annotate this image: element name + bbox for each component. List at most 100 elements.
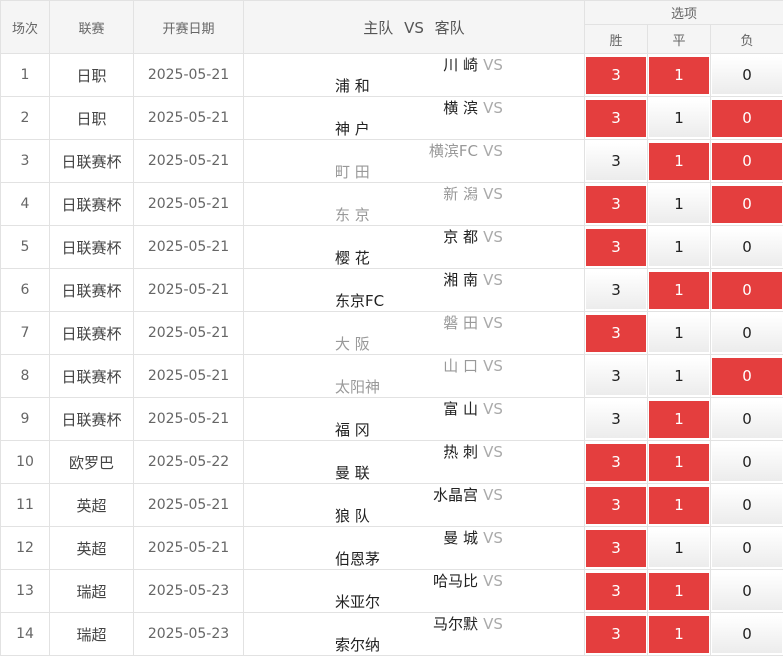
option-lose-button[interactable]: 0 <box>712 530 782 567</box>
option-lose-cell: 0 <box>711 613 783 656</box>
row-league: 瑞超 <box>50 570 134 613</box>
row-index: 7 <box>1 312 50 355</box>
home-team: 山 口 <box>320 355 478 376</box>
option-lose-button[interactable]: 0 <box>712 401 782 438</box>
row-index: 9 <box>1 398 50 441</box>
vs-label: VS <box>478 357 508 375</box>
option-win-button[interactable]: 3 <box>586 444 646 481</box>
option-draw-button[interactable]: 1 <box>649 100 709 137</box>
option-win-button[interactable]: 3 <box>586 616 646 653</box>
row-match: 横 滨VS神 户 <box>244 97 585 140</box>
option-win-button[interactable]: 3 <box>586 186 646 223</box>
vs-label: VS <box>478 486 508 504</box>
option-draw-button[interactable]: 1 <box>649 573 709 610</box>
option-draw-button[interactable]: 1 <box>649 186 709 223</box>
option-win-cell: 3 <box>585 140 648 183</box>
away-team: 索尔纳 <box>335 634 493 655</box>
option-draw-cell: 1 <box>648 355 711 398</box>
option-draw-button[interactable]: 1 <box>649 487 709 524</box>
row-date: 2025-05-21 <box>134 54 244 97</box>
option-lose-button[interactable]: 0 <box>712 186 782 223</box>
option-lose-cell: 0 <box>711 355 783 398</box>
table-row: 11英超2025-05-21水晶宫VS狼 队310 <box>1 484 783 527</box>
option-draw-button[interactable]: 1 <box>649 57 709 94</box>
away-team: 大 阪 <box>335 333 493 354</box>
home-team: 热 刺 <box>320 441 478 462</box>
option-win-button[interactable]: 3 <box>586 358 646 395</box>
option-win-button[interactable]: 3 <box>586 57 646 94</box>
option-lose-button[interactable]: 0 <box>712 487 782 524</box>
option-win-cell: 3 <box>585 226 648 269</box>
option-draw-cell: 1 <box>648 570 711 613</box>
row-match: 马尔默VS索尔纳 <box>244 613 585 656</box>
row-league: 日联赛杯 <box>50 398 134 441</box>
row-league: 日职 <box>50 97 134 140</box>
option-draw-button[interactable]: 1 <box>649 229 709 266</box>
option-win-cell: 3 <box>585 613 648 656</box>
row-date: 2025-05-23 <box>134 613 244 656</box>
table-body: 1日职2025-05-21川 崎VS浦 和3102日职2025-05-21横 滨… <box>1 54 783 656</box>
option-lose-cell: 0 <box>711 269 783 312</box>
option-win-button[interactable]: 3 <box>586 272 646 309</box>
option-win-cell: 3 <box>585 570 648 613</box>
table-row: 7日联赛杯2025-05-21磐 田VS大 阪310 <box>1 312 783 355</box>
option-lose-button[interactable]: 0 <box>712 573 782 610</box>
row-match: 川 崎VS浦 和 <box>244 54 585 97</box>
away-team: 东 京 <box>335 204 493 225</box>
option-draw-button[interactable]: 1 <box>649 315 709 352</box>
option-win-button[interactable]: 3 <box>586 530 646 567</box>
option-win-button[interactable]: 3 <box>586 573 646 610</box>
option-draw-button[interactable]: 1 <box>649 616 709 653</box>
row-league: 日联赛杯 <box>50 355 134 398</box>
option-lose-button[interactable]: 0 <box>712 57 782 94</box>
col-away-header: 客队 <box>435 19 465 37</box>
row-league: 日联赛杯 <box>50 312 134 355</box>
row-date: 2025-05-21 <box>134 398 244 441</box>
option-draw-button[interactable]: 1 <box>649 358 709 395</box>
option-draw-button[interactable]: 1 <box>649 272 709 309</box>
option-lose-button[interactable]: 0 <box>712 229 782 266</box>
vs-label: VS <box>478 400 508 418</box>
home-team: 横 滨 <box>320 97 478 118</box>
option-win-button[interactable]: 3 <box>586 100 646 137</box>
row-match: 京 都VS樱 花 <box>244 226 585 269</box>
option-lose-button[interactable]: 0 <box>712 100 782 137</box>
option-win-button[interactable]: 3 <box>586 487 646 524</box>
col-home-header: 主队 <box>363 19 393 37</box>
row-league: 日联赛杯 <box>50 226 134 269</box>
option-lose-button[interactable]: 0 <box>712 143 782 180</box>
col-index-header: 场次 <box>1 1 50 54</box>
row-date: 2025-05-21 <box>134 140 244 183</box>
away-team: 狼 队 <box>335 505 493 526</box>
option-win-button[interactable]: 3 <box>586 315 646 352</box>
option-lose-cell: 0 <box>711 312 783 355</box>
away-team: 浦 和 <box>335 75 493 96</box>
col-options-header: 选项 <box>585 1 783 25</box>
vs-label: VS <box>478 99 508 117</box>
option-win-button[interactable]: 3 <box>586 143 646 180</box>
row-league: 日联赛杯 <box>50 183 134 226</box>
option-lose-button[interactable]: 0 <box>712 616 782 653</box>
row-match: 横滨FCVS町 田 <box>244 140 585 183</box>
option-draw-button[interactable]: 1 <box>649 444 709 481</box>
table-header: 场次 联赛 开赛日期 主队 VS 客队 选项 胜 平 负 <box>1 1 783 54</box>
vs-label: VS <box>478 529 508 547</box>
option-win-cell: 3 <box>585 398 648 441</box>
option-draw-cell: 1 <box>648 54 711 97</box>
table-row: 10欧罗巴2025-05-22热 刺VS曼 联310 <box>1 441 783 484</box>
option-draw-button[interactable]: 1 <box>649 530 709 567</box>
option-lose-button[interactable]: 0 <box>712 444 782 481</box>
option-lose-button[interactable]: 0 <box>712 272 782 309</box>
col-league-header: 联赛 <box>50 1 134 54</box>
row-match: 热 刺VS曼 联 <box>244 441 585 484</box>
col-vs-header: VS <box>404 19 424 37</box>
option-lose-button[interactable]: 0 <box>712 358 782 395</box>
option-draw-button[interactable]: 1 <box>649 401 709 438</box>
option-draw-button[interactable]: 1 <box>649 143 709 180</box>
option-lose-button[interactable]: 0 <box>712 315 782 352</box>
option-win-button[interactable]: 3 <box>586 401 646 438</box>
vs-label: VS <box>478 443 508 461</box>
home-team: 水晶宫 <box>320 484 478 505</box>
vs-label: VS <box>478 228 508 246</box>
option-win-button[interactable]: 3 <box>586 229 646 266</box>
